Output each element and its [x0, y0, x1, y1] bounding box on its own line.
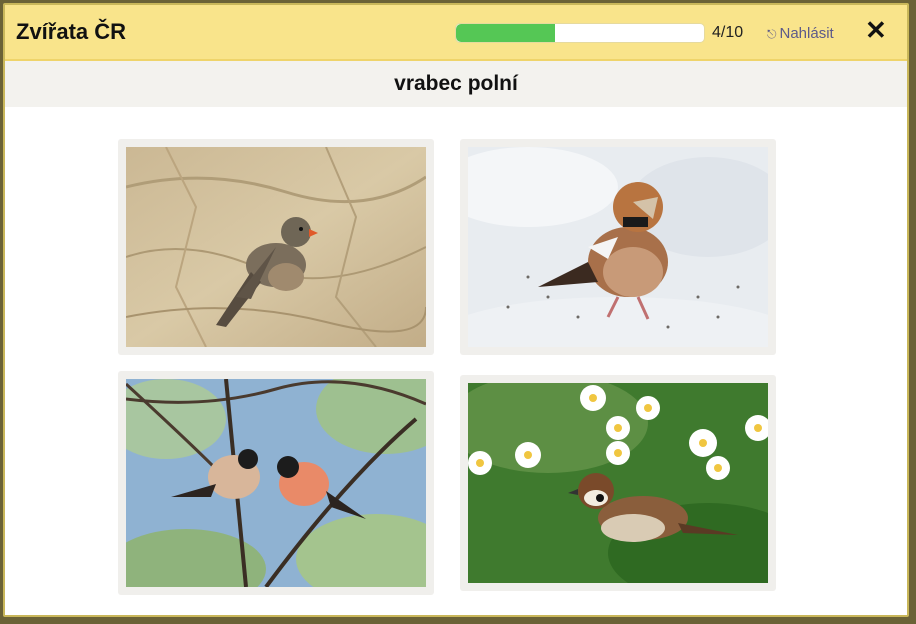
answer-option-1[interactable] — [118, 139, 434, 355]
close-button[interactable]: ✕ — [865, 17, 887, 43]
quiz-window: Zvířata ČR 4/10 ⎋ Nahlásit ✕ vrabec polní — [3, 3, 909, 617]
app-title: Zvířata ČR — [16, 19, 127, 44]
answer-image-2 — [468, 147, 768, 347]
progress-counter: 4/10 — [712, 24, 744, 41]
progress-bar — [455, 23, 705, 43]
close-icon: ✕ — [865, 15, 887, 45]
progress-fill — [456, 24, 556, 42]
question-title: vrabec polní — [5, 61, 907, 107]
answer-image-4 — [468, 383, 768, 583]
answer-option-4[interactable] — [460, 375, 776, 591]
answer-grid — [5, 107, 907, 615]
answer-option-2[interactable] — [460, 139, 776, 355]
top-bar: Zvířata ČR 4/10 ⎋ Nahlásit ✕ — [5, 5, 907, 61]
answer-image-3 — [126, 379, 426, 587]
flag-icon: ⎋ — [767, 27, 777, 41]
answer-option-3[interactable] — [118, 371, 434, 595]
report-label: Nahlásit — [779, 25, 834, 42]
report-link[interactable]: ⎋ Nahlásit — [767, 25, 834, 42]
answer-image-1 — [126, 147, 426, 347]
